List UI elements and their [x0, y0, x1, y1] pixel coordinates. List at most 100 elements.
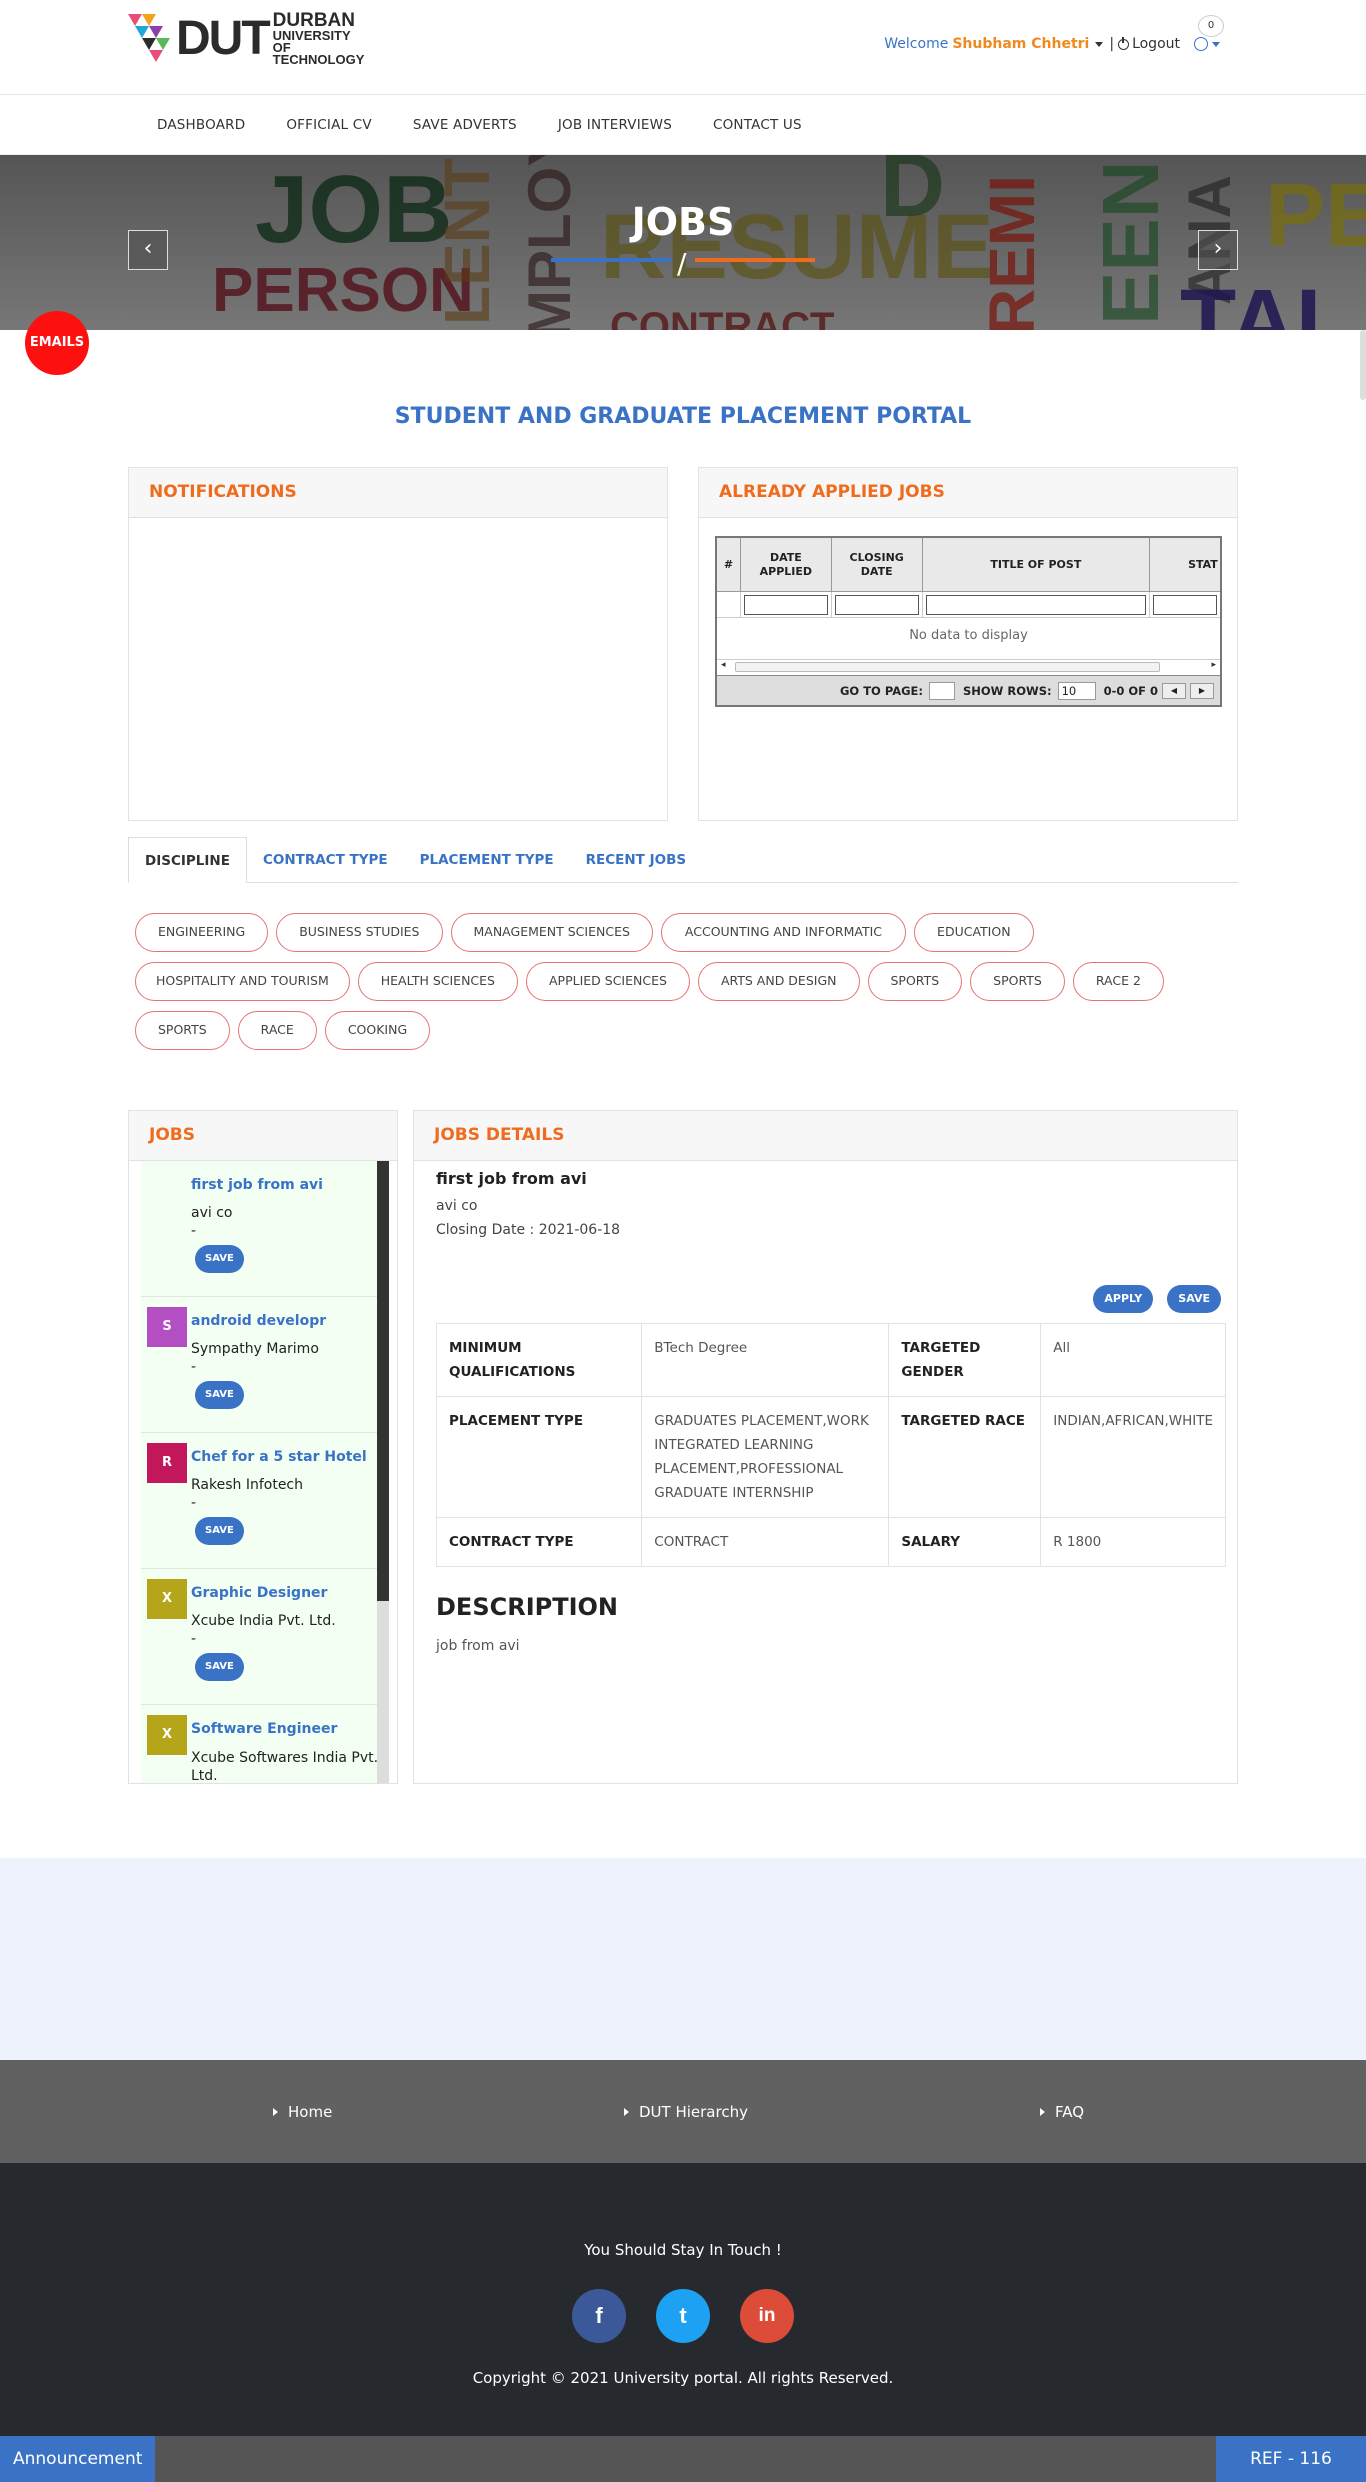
show-rows-select[interactable]: 10: [1057, 681, 1096, 700]
title-underline-blue: [551, 258, 671, 262]
nav-dashboard[interactable]: DASHBOARD: [157, 117, 245, 133]
jobs-scrollbar[interactable]: [377, 1161, 389, 1783]
linkedin-icon[interactable]: in: [740, 2289, 794, 2343]
col-index[interactable]: #: [717, 538, 741, 591]
username[interactable]: Shubham Chhetri: [952, 36, 1089, 52]
twitter-icon[interactable]: t: [656, 2289, 710, 2343]
welcome-text: Welcome: [884, 36, 949, 52]
emails-button[interactable]: EMAILS: [25, 311, 89, 375]
chip-discipline[interactable]: MANAGEMENT SCIENCES: [450, 913, 653, 952]
tab-placement-type[interactable]: PLACEMENT TYPE: [404, 837, 570, 882]
announcement-label[interactable]: Announcement: [0, 2436, 156, 2482]
prev-page-button[interactable]: ◀: [1162, 682, 1186, 699]
filter-status[interactable]: [1150, 592, 1220, 617]
job-list-item[interactable]: S android developr Sympathy Marimo - SAV…: [141, 1297, 379, 1433]
save-job-button[interactable]: SAVE: [195, 1653, 244, 1681]
col-date-applied[interactable]: DATE APPLIED: [741, 538, 832, 591]
job-meta: -: [191, 1223, 197, 1239]
filter-closing-date[interactable]: [832, 592, 923, 617]
company-avatar: X: [147, 1579, 187, 1619]
chip-discipline[interactable]: RACE: [237, 1011, 317, 1050]
notifications-title: NOTIFICATIONS: [129, 468, 667, 518]
job-company: Rakesh Infotech: [191, 1477, 304, 1493]
nav-job-interviews[interactable]: JOB INTERVIEWS: [558, 117, 672, 133]
chip-discipline[interactable]: ACCOUNTING AND INFORMATIC: [660, 913, 907, 952]
detail-value: CONTRACT: [641, 1517, 890, 1567]
chip-discipline[interactable]: ENGINEERING: [135, 913, 269, 952]
job-list-item[interactable]: X Graphic Designer Xcube India Pvt. Ltd.…: [141, 1569, 379, 1705]
scroll-right-icon[interactable]: ▸: [1211, 660, 1216, 670]
detail-key: SALARY: [888, 1517, 1042, 1567]
footer-link-faq[interactable]: FAQ: [1040, 2103, 1084, 2121]
job-title-link[interactable]: Graphic Designer: [191, 1585, 379, 1601]
chip-discipline[interactable]: HEALTH SCIENCES: [357, 962, 518, 1001]
nav-official-cv[interactable]: OFFICIAL CV: [286, 117, 371, 133]
job-list-item[interactable]: X Software Engineer Xcube Softwares Indi…: [141, 1705, 379, 1783]
scroll-left-icon[interactable]: ◂: [721, 660, 726, 670]
footer-main: You Should Stay In Touch ! f t in Copyri…: [0, 2163, 1366, 2436]
jobs-list[interactable]: first job from avi avi co - SAVE S andro…: [129, 1161, 397, 1783]
col-status[interactable]: STAT: [1150, 538, 1220, 591]
chip-discipline[interactable]: BUSINESS STUDIES: [276, 913, 443, 952]
caret-right-icon: [624, 2107, 629, 2116]
detail-company: avi co: [436, 1198, 478, 1214]
job-list-item[interactable]: first job from avi avi co - SAVE: [141, 1161, 379, 1297]
chip-discipline[interactable]: ARTS AND DESIGN: [697, 962, 860, 1001]
save-job-button[interactable]: SAVE: [195, 1381, 244, 1409]
job-title-link[interactable]: first job from avi: [191, 1177, 379, 1193]
save-job-button[interactable]: SAVE: [195, 1517, 244, 1545]
job-company: Xcube Softwares India Pvt. Ltd.: [191, 1750, 379, 1783]
hero-prev-button[interactable]: ‹: [128, 230, 168, 270]
save-button[interactable]: SAVE: [1167, 1285, 1221, 1313]
detail-key: MINIMUM QUALIFICATIONS: [435, 1323, 643, 1397]
goto-page-label: GO TO PAGE:: [839, 683, 923, 698]
side-scroll-tab[interactable]: [1360, 330, 1366, 400]
title-underline-orange: [695, 258, 815, 262]
job-details-panel: JOBS DETAILS first job from avi avi co C…: [413, 1110, 1238, 1784]
col-closing-date[interactable]: CLOSING DATE: [832, 538, 923, 591]
save-job-button[interactable]: SAVE: [195, 1245, 244, 1273]
footer-link-label: Home: [288, 2102, 333, 2121]
hero-word: TAL: [1180, 271, 1353, 330]
tab-discipline[interactable]: DISCIPLINE: [128, 837, 247, 883]
chip-discipline[interactable]: RACE 2: [1072, 962, 1164, 1001]
dut-logo[interactable]: DUT DURBAN UNIVERSITY OF TECHNOLOGY: [128, 11, 364, 66]
job-title-link[interactable]: Software Engineer: [191, 1721, 379, 1737]
job-title-link[interactable]: Chef for a 5 star Hotel: [191, 1449, 379, 1465]
facebook-icon[interactable]: f: [572, 2289, 626, 2343]
user-dropdown-chevron-icon[interactable]: [1095, 41, 1104, 47]
chip-discipline[interactable]: SPORTS: [867, 962, 963, 1001]
filter-date-applied[interactable]: [741, 592, 832, 617]
whatsapp-notification[interactable]: 0: [1194, 15, 1226, 51]
page-range: 0-0 OF 0: [1103, 683, 1158, 698]
hero-next-button[interactable]: ›: [1198, 230, 1238, 270]
tab-contract-type[interactable]: CONTRACT TYPE: [247, 837, 404, 882]
detail-key: TARGETED GENDER: [888, 1323, 1042, 1397]
footer-link-hierarchy[interactable]: DUT Hierarchy: [624, 2103, 748, 2121]
chip-discipline[interactable]: HOSPITALITY AND TOURISM: [135, 962, 350, 1001]
chip-discipline[interactable]: COOKING: [324, 1011, 431, 1050]
goto-page-input[interactable]: [929, 681, 955, 700]
chip-discipline[interactable]: SPORTS: [970, 962, 1065, 1001]
job-title-link[interactable]: android developr: [191, 1313, 379, 1329]
company-avatar: R: [147, 1443, 187, 1483]
detail-closing-date: Closing Date : 2021-06-18: [436, 1222, 621, 1238]
col-title-of-post[interactable]: TITLE OF POST: [923, 538, 1151, 591]
chip-discipline[interactable]: APPLIED SCIENCES: [526, 962, 690, 1001]
logout-link[interactable]: Logout: [1118, 36, 1180, 52]
next-page-button[interactable]: ▶: [1190, 682, 1214, 699]
stay-in-touch: You Should Stay In Touch !: [584, 2241, 782, 2259]
tab-recent-jobs[interactable]: RECENT JOBS: [570, 837, 702, 882]
chip-discipline[interactable]: SPORTS: [135, 1011, 230, 1050]
apply-button[interactable]: APPLY: [1093, 1285, 1154, 1313]
nav-save-adverts[interactable]: SAVE ADVERTS: [413, 117, 517, 133]
nav-contact-us[interactable]: CONTACT US: [713, 117, 802, 133]
chip-discipline[interactable]: EDUCATION: [914, 913, 1034, 952]
grid-horizontal-scrollbar[interactable]: ◂ ▸: [717, 659, 1220, 673]
jobs-title: JOBS: [129, 1111, 397, 1161]
filter-title[interactable]: [923, 592, 1151, 617]
footer-link-home[interactable]: Home: [273, 2103, 332, 2121]
job-list-item[interactable]: R Chef for a 5 star Hotel Rakesh Infotec…: [141, 1433, 379, 1569]
description-text: job from avi: [436, 1638, 520, 1654]
detail-key: PLACEMENT TYPE: [435, 1396, 643, 1518]
